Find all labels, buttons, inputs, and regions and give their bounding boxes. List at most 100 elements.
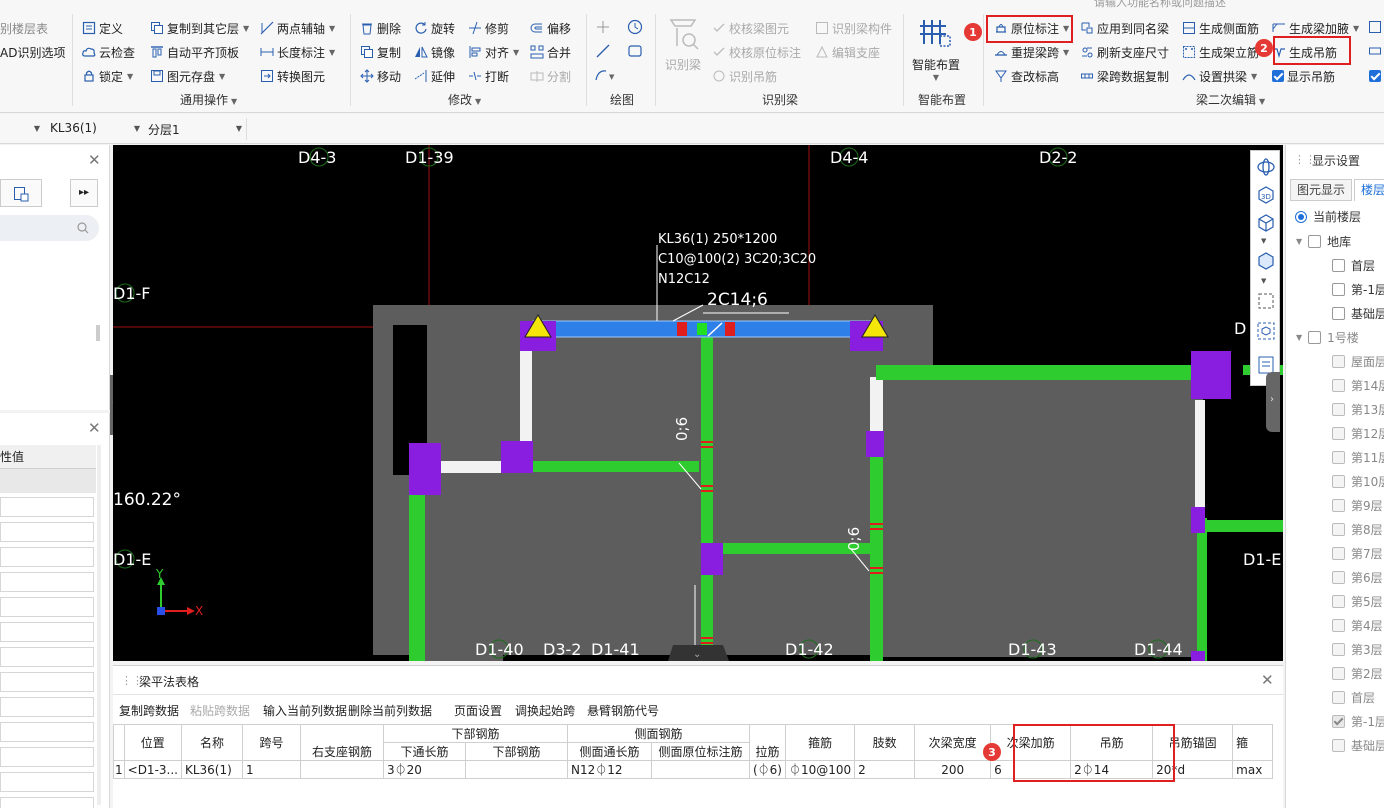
floor-checkbox[interactable] [1332,667,1345,680]
tab-element-display[interactable]: 图元显示 [1290,179,1352,201]
span-data-copy-button[interactable]: 梁跨数据复制 [1080,66,1169,86]
floor-checkbox[interactable] [1308,235,1322,248]
line-icon[interactable] [596,44,610,58]
column-6[interactable] [866,431,884,457]
secondary-rebar-label-2[interactable]: 0;6 [845,527,863,551]
collapse-right-panel-handle[interactable]: › [1266,372,1280,432]
beam-selector[interactable]: KL36(1) ▼ [50,121,140,135]
column-7[interactable] [1191,351,1231,399]
table-toolbar-button[interactable]: 悬臂钢筋代号 [587,702,659,719]
table-toolbar-button[interactable]: 删除当前列数据 [348,702,432,719]
table-cell[interactable]: 3⏀20 [382,760,466,779]
hanger-mark-left[interactable] [677,322,687,336]
floor-tree-item[interactable]: 基础层 [1332,305,1384,322]
expand-toggle-icon[interactable]: ▼ [1296,333,1302,342]
check-elevation-button[interactable]: 查改标高 [994,66,1059,86]
property-row[interactable] [0,522,94,542]
beam-annotation-line-1[interactable]: KL36(1) 250*1200 [658,231,777,249]
floor-tree-item[interactable]: 第-1层 [1332,281,1384,298]
copy-to-other-floor-button[interactable]: 复制到其它层 ▼ [150,18,249,38]
floor-checkbox[interactable] [1332,715,1345,728]
beam-annotation-line-2[interactable]: C10@100(2) 3C20;3C20 [658,251,816,269]
expand-toggle-icon[interactable]: ▼ [1296,237,1302,246]
property-row[interactable] [0,722,94,742]
floor-tree-item[interactable]: 第14层 [1332,377,1384,394]
floor-tree-item[interactable]: 首层 [1332,689,1375,706]
floor-checkbox[interactable] [1332,499,1345,512]
table-cell[interactable]: 1 [241,760,301,779]
floor-checkbox[interactable] [1332,571,1345,584]
beam-vertical-center[interactable] [701,337,713,661]
floor-checkbox[interactable] [1332,427,1345,440]
check-origin-label-button[interactable]: 校核原位标注 [712,42,801,62]
scrollbar-track[interactable] [97,445,101,805]
floor-tree-item[interactable]: 第6层 [1332,569,1383,586]
save-element-button[interactable]: 图元存盘 ▼ [150,66,225,86]
identify-hanger-button[interactable]: 识别吊筋 [712,66,777,86]
in-situ-label-button[interactable]: 原位标注 ▼ [994,18,1069,38]
hanger-mark-right[interactable] [725,322,735,336]
table-cell[interactable]: (⏀6) [748,760,786,779]
table-cell[interactable]: max [1232,760,1274,779]
property-row[interactable] [0,597,94,617]
floor-checkbox[interactable] [1332,307,1345,320]
table-toolbar-button[interactable]: 粘贴跨数据 [190,702,250,719]
rectangle-icon[interactable] [627,44,643,58]
property-row[interactable] [0,797,94,808]
mirror-button[interactable]: 镜像 [414,42,455,62]
dropdown-arrow-icon[interactable]: ▼ [1261,277,1266,285]
property-row[interactable] [0,547,94,567]
3d-view-icon[interactable]: 3D [1256,185,1276,205]
set-arch-beam-button[interactable]: 设置拱梁 ▼ [1182,66,1257,86]
hanger-rebar-label[interactable]: 2C14;6 [707,291,768,309]
floor-tree-item[interactable]: 第12层 [1332,425,1384,442]
move-button[interactable]: 移动 [360,66,401,86]
auto-align-top-button[interactable]: 自动平齐顶板 [150,42,239,62]
edit-support-button[interactable]: 编辑支座 [815,42,880,62]
close-icon[interactable]: ✕ [1261,671,1274,689]
table-cell[interactable]: KL36(1) [180,760,243,779]
property-row[interactable] [0,572,94,592]
break-button[interactable]: 打断 [468,66,509,86]
extra-ribbon-icon[interactable] [1368,20,1382,34]
table-cell[interactable]: 20*d [1152,760,1234,779]
smart-layout-button[interactable]: 智能布置 ▼ [912,16,960,82]
property-row[interactable] [0,497,94,517]
property-row[interactable] [0,647,94,667]
element-view-icon[interactable] [1256,321,1276,341]
floor-checkbox[interactable] [1332,355,1345,368]
point-icon[interactable] [596,20,610,34]
identify-beam-member-button[interactable]: 识别梁构件 [815,18,892,38]
floor-checkbox[interactable] [1332,283,1345,296]
two-point-axis-button[interactable]: 两点辅轴 ▼ [260,18,335,38]
floor-tree-item[interactable]: ▼ 地库 [1296,233,1351,250]
generate-erection-rebar-button[interactable]: 生成架立筋 [1182,42,1259,62]
clock-arc-icon[interactable] [627,19,643,35]
function-search-input[interactable]: 请输入功能名称或问题描述 [1094,0,1384,8]
floor-checkbox[interactable] [1308,331,1322,344]
floor-tree-item[interactable]: 第11层 [1332,449,1384,466]
expand-button[interactable]: ▸▸ [70,179,98,207]
new-component-button[interactable] [0,179,42,207]
extra-checkbox-icon[interactable] [1369,70,1381,82]
table-cell[interactable]: <D1-3... [123,760,182,779]
floor-tree-item[interactable]: 第8层 [1332,521,1383,538]
extra-ribbon-icon-2[interactable] [1368,44,1382,58]
extend-button[interactable]: 延伸 [414,66,455,86]
lock-button[interactable]: 锁定 ▼ [82,66,133,86]
table-toolbar-button[interactable]: 复制跨数据 [119,702,179,719]
delete-button[interactable]: 删除 [360,18,401,38]
table-cell[interactable]: 200 [914,760,992,779]
show-hanger-checkbox[interactable]: 显示吊筋 [1272,66,1335,86]
define-button[interactable]: 定义 [82,18,123,38]
current-floor-radio[interactable]: 当前楼层 [1295,208,1361,225]
check-beam-element-button[interactable]: 校核梁图元 [712,18,789,38]
column-4[interactable] [501,441,533,473]
property-row[interactable] [0,772,94,792]
beam-horizontal-far-right[interactable] [1205,520,1283,532]
offset-button[interactable]: 偏移 [530,18,571,38]
floor-tree-item[interactable]: 第7层 [1332,545,1383,562]
beam-vertical-right[interactable] [870,437,883,661]
table-toolbar-button[interactable]: 调换起始跨 [515,702,575,719]
floor-checkbox[interactable] [1332,403,1345,416]
